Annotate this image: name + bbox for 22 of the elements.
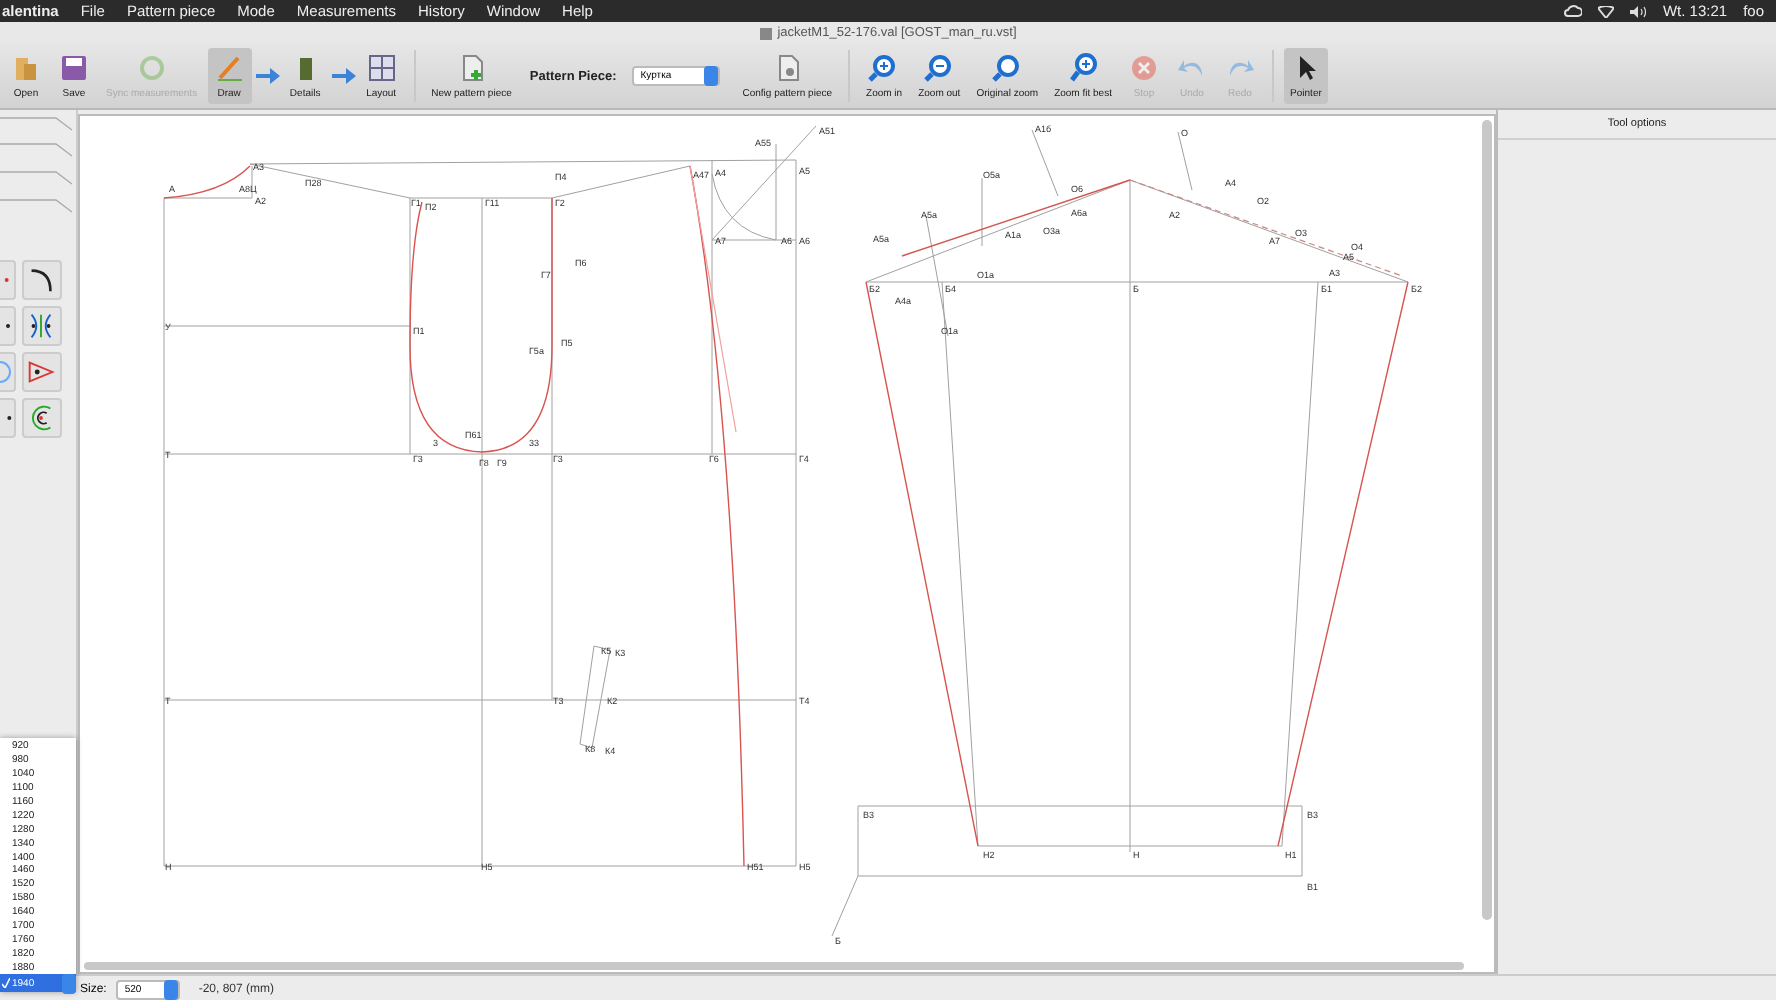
tool-icon [4, 322, 12, 330]
checkmark-icon [2, 978, 10, 989]
zoom-out-icon [923, 52, 956, 84]
speaker-icon[interactable] [1630, 5, 1647, 17]
stop-icon [1127, 52, 1160, 84]
layout-icon [365, 52, 398, 84]
tool-button[interactable] [22, 398, 62, 438]
vertical-scrollbar[interactable] [1482, 120, 1492, 920]
tool-button[interactable] [22, 260, 62, 300]
cloud-icon[interactable] [1564, 4, 1583, 18]
arrow-icon [255, 68, 280, 84]
tool-icon [4, 414, 12, 422]
wifi-icon[interactable] [1598, 5, 1615, 17]
folder-icon [10, 52, 42, 84]
sync-icon [135, 52, 168, 84]
zoom-plus-icon [1067, 52, 1100, 84]
tool-icon [4, 276, 12, 284]
magnifier-icon [991, 52, 1024, 84]
pencil-icon [213, 52, 246, 84]
horizontal-scrollbar[interactable] [84, 962, 1464, 970]
arrow-icon [331, 68, 356, 84]
zoom-in-icon [868, 52, 901, 84]
